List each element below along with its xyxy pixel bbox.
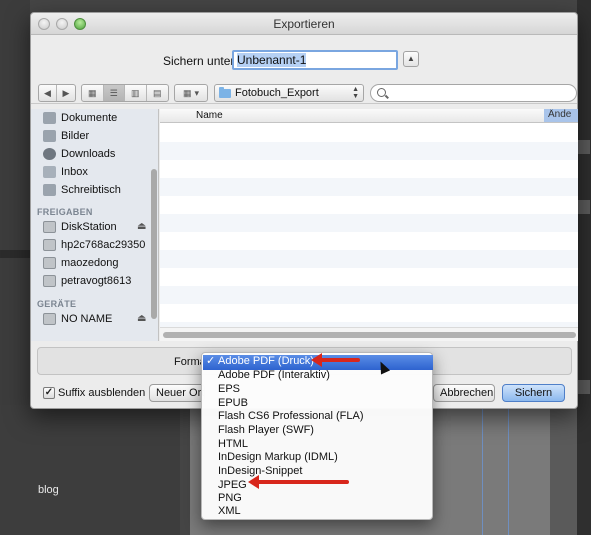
sidebar-item-maozedong[interactable]: maozedong [43, 255, 119, 271]
annotation-arrow-icon [248, 475, 349, 489]
background-side-tab [578, 380, 590, 394]
sidebar-item-label: Inbox [61, 166, 88, 178]
filename-input[interactable]: Unbenannt-1 [232, 50, 398, 70]
sidebar-item-petravogt8613[interactable]: petravogt8613 [43, 273, 131, 289]
background-right-panel [577, 0, 591, 535]
filename-text: Unbenannt-1 [237, 53, 307, 67]
background-side-tab [578, 140, 590, 154]
menu-item-flash-swf[interactable]: Flash Player (SWF) [218, 424, 314, 438]
checkmark-icon: ✓ [206, 355, 216, 367]
forward-arrow-icon[interactable]: ▶ [57, 85, 75, 101]
column-header: Name Ände [160, 109, 578, 123]
coverflow-view-icon[interactable]: ▤ [147, 85, 168, 101]
cancel-button[interactable]: Abbrechen [433, 384, 495, 402]
sidebar-item-label: maozedong [61, 257, 119, 269]
column-view-icon[interactable]: ▥ [125, 85, 147, 101]
back-forward-control: ◀ ▶ [38, 84, 76, 102]
back-arrow-icon[interactable]: ◀ [39, 85, 58, 101]
drive-icon [43, 313, 56, 325]
menu-item-jpeg[interactable]: JPEG [218, 479, 247, 493]
menu-item-idml[interactable]: InDesign Markup (IDML) [218, 451, 338, 465]
desktop-icon [43, 184, 56, 196]
grid-icon: ▦ [182, 87, 192, 98]
scrollbar-thumb[interactable] [163, 332, 576, 338]
sidebar-item-hp2c768ac29350[interactable]: hp2c768ac29350 [43, 237, 145, 253]
save-as-row: Sichern unter: Unbenannt-1 ▲ [31, 50, 577, 72]
arrange-by-button[interactable]: ▦ ▾ [174, 84, 208, 102]
menu-item-html[interactable]: HTML [218, 438, 248, 452]
view-mode-control: ▦ ☰ ▥ ▤ [81, 84, 169, 102]
hide-extension-checkbox[interactable]: ✓ [43, 387, 55, 399]
annotation-arrow-icon [311, 353, 360, 367]
column-modified[interactable]: Ände [544, 109, 578, 122]
format-dropdown-menu: ✓ Adobe PDF (Druck) Adobe PDF (Interakti… [201, 352, 433, 520]
menu-item-png[interactable]: PNG [218, 492, 242, 506]
window-title: Exportieren [273, 17, 335, 31]
sidebar-item-bilder[interactable]: Bilder [43, 128, 89, 144]
chevron-down-icon: ▾ [194, 87, 200, 98]
title-bar: Exportieren [31, 13, 577, 35]
sidebar-item-label: Bilder [61, 130, 90, 142]
save-button[interactable]: Sichern [502, 384, 565, 402]
menu-item-indesign-snippet[interactable]: InDesign-Snippet [218, 465, 302, 479]
menu-item-xml[interactable]: XML [218, 505, 241, 519]
list-view-icon[interactable]: ☰ [103, 85, 125, 101]
save-as-label: Sichern unter: [163, 54, 238, 68]
sidebar-section-devices: GERÄTE [37, 299, 77, 309]
computer-icon [43, 239, 56, 251]
sidebar-item-label: Schreibtisch [61, 184, 121, 196]
background-side-tab [578, 200, 590, 214]
eject-icon[interactable]: ⏏ [137, 313, 146, 324]
sidebar-scrollbar[interactable] [151, 169, 157, 319]
sidebar-item-label: petravogt8613 [61, 275, 132, 287]
documents-icon [43, 112, 56, 124]
sidebar-item-label: NO NAME [61, 313, 113, 325]
new-folder-button[interactable]: Neuer Ordner [149, 384, 205, 402]
horizontal-scrollbar[interactable] [160, 327, 578, 341]
sidebar-item-label: DiskStation [61, 221, 117, 233]
sidebar-section-shared: FREIGABEN [37, 207, 93, 217]
icon-view-icon[interactable]: ▦ [82, 85, 104, 101]
server-icon [43, 221, 56, 233]
current-folder-label: Fotobuch_Export [235, 87, 319, 99]
sidebar-item-inbox[interactable]: Inbox [43, 164, 88, 180]
background-guide-line [482, 405, 483, 535]
background-pages-panel [0, 405, 180, 535]
menu-item-eps[interactable]: EPS [218, 383, 240, 397]
sidebar-item-label: hp2c768ac29350 [61, 239, 146, 251]
sidebar: Dokumente Bilder Downloads Inbox Schreib… [31, 109, 159, 341]
menu-item-epub[interactable]: EPUB [218, 397, 248, 411]
folder-icon [219, 86, 231, 98]
file-list-body [160, 124, 578, 327]
collapse-dialog-button[interactable]: ▲ [403, 51, 419, 67]
column-name[interactable]: Name [196, 110, 223, 121]
sidebar-item-diskstation[interactable]: DiskStation [43, 219, 117, 235]
sidebar-item-label: Dokumente [61, 112, 118, 124]
computer-icon [43, 275, 56, 287]
background-caption: blog [38, 484, 59, 496]
download-icon [43, 148, 56, 160]
file-list: Name Ände [160, 109, 578, 341]
camera-icon [43, 130, 56, 142]
sidebar-item-downloads[interactable]: Downloads [43, 146, 115, 162]
hide-extension-label: Suffix ausblenden [58, 387, 146, 399]
menu-item-adobe-pdf-interaktiv[interactable]: Adobe PDF (Interaktiv) [218, 369, 330, 383]
sidebar-item-label: Downloads [61, 148, 116, 160]
computer-icon [43, 257, 56, 269]
sidebar-item-no-name[interactable]: NO NAME [43, 311, 112, 327]
sidebar-item-schreibtisch[interactable]: Schreibtisch [43, 182, 121, 198]
background-divider [0, 250, 30, 258]
menu-item-flash-fla[interactable]: Flash CS6 Professional (FLA) [218, 410, 364, 424]
sidebar-item-dokumente[interactable]: Dokumente [43, 110, 117, 126]
search-icon [377, 88, 386, 97]
export-dialog: Exportieren Sichern unter: Unbenannt-1 ▲… [30, 12, 578, 409]
eject-icon[interactable]: ⏏ [137, 221, 146, 232]
background-guide-line [508, 405, 509, 535]
updown-arrows-icon: ▲ ▼ [352, 86, 359, 100]
browser-toolbar: ◀ ▶ ▦ ☰ ▥ ▤ ▦ ▾ Fotobuch_Export ▲ ▼ [31, 82, 577, 104]
menu-item-adobe-pdf-druck[interactable]: Adobe PDF (Druck) [218, 355, 314, 369]
location-popup[interactable]: Fotobuch_Export ▲ ▼ [214, 84, 364, 102]
search-input[interactable] [370, 84, 577, 102]
folder-icon [43, 166, 56, 178]
